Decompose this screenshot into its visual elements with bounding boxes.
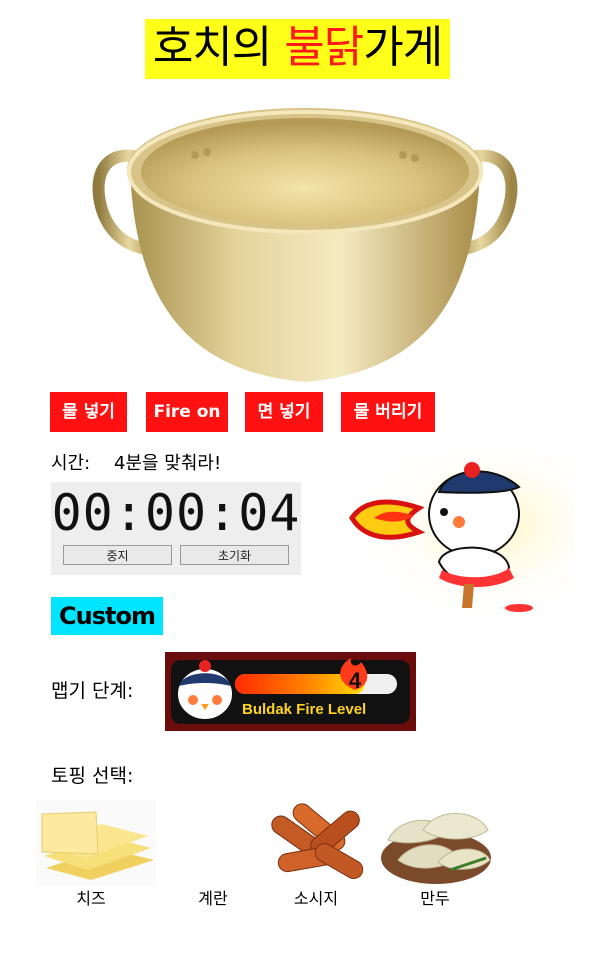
custom-heading: Custom xyxy=(51,597,163,635)
title-highlight: 불닭 xyxy=(284,22,364,73)
fire-level-number: 4 xyxy=(349,668,362,693)
buldak-fire-level-badge: 4 Buldak Fire Level xyxy=(165,652,416,731)
page-title: 호치의 불닭가게 xyxy=(144,19,451,79)
cheese-topping-image[interactable] xyxy=(36,800,156,886)
add-noodles-button[interactable]: 면 넣기 xyxy=(245,392,323,432)
time-goal: 4분을 맞춰라! xyxy=(114,453,222,474)
title-container: 호치의 불닭가게 xyxy=(0,19,595,79)
pot-image xyxy=(92,108,518,382)
drain-water-button[interactable]: 물 버리기 xyxy=(341,392,435,432)
sausage-topping-image[interactable] xyxy=(258,800,378,886)
timer-display: 00:00:04 xyxy=(51,484,301,542)
fire-level-caption: Buldak Fire Level xyxy=(242,701,366,718)
chicken-mascot-image xyxy=(344,452,574,614)
title-part2: 가게 xyxy=(363,22,443,73)
time-label: 시간: xyxy=(51,453,91,474)
topping-name-sausage: 소시지 xyxy=(293,889,339,908)
spicy-level-label: 맵기 단계: xyxy=(51,680,134,702)
title-part1: 호치의 xyxy=(152,22,285,73)
topping-name-cheese: 치즈 xyxy=(76,889,106,908)
fire-on-button[interactable]: Fire on xyxy=(146,392,228,432)
dumpling-topping-image[interactable] xyxy=(378,800,498,886)
add-water-button[interactable]: 물 넣기 xyxy=(50,392,127,432)
reset-button[interactable]: 초기화 xyxy=(180,545,289,565)
stop-button[interactable]: 중지 xyxy=(63,545,172,565)
topping-name-dumpling: 만두 xyxy=(420,889,450,908)
topping-label: 토핑 선택: xyxy=(51,765,134,787)
topping-name-egg: 계란 xyxy=(198,889,228,908)
